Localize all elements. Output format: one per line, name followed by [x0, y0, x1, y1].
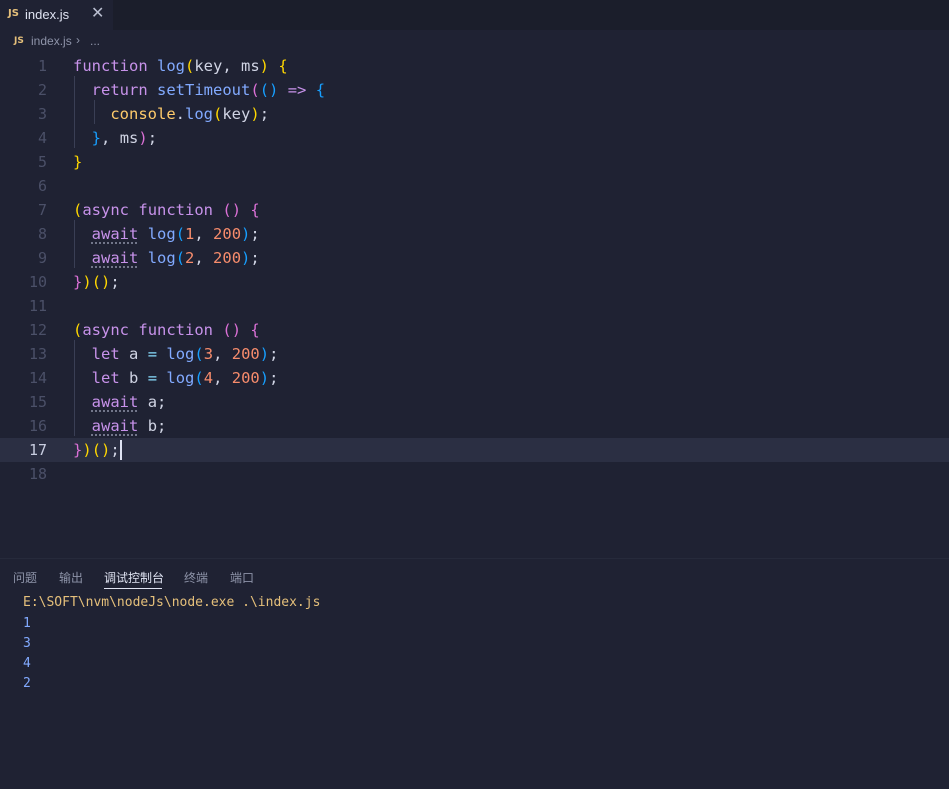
editor-tab-bar: JS index.js ✕	[0, 0, 949, 30]
code-line[interactable]: 16 await b;	[0, 414, 949, 438]
code-line[interactable]: 8 await log(1, 200);	[0, 222, 949, 246]
code-editor[interactable]: 1 function log(key, ms) { 2 return setTi…	[0, 52, 949, 558]
code-line[interactable]: 7 (async function () {	[0, 198, 949, 222]
line-number: 13	[28, 345, 47, 363]
line-number: 12	[28, 321, 47, 339]
line-number: 11	[28, 297, 47, 315]
console-output-line: 2	[23, 676, 31, 691]
code-line[interactable]: 15 await a;	[0, 390, 949, 414]
code-text: await log(2, 200);	[91, 249, 260, 267]
console-command: E:\SOFT\nvm\nodeJs\node.exe .\index.js	[23, 595, 321, 610]
code-text: await a;	[91, 393, 167, 411]
code-text: console.log(key);	[110, 105, 270, 123]
tab-problems[interactable]: 问题	[13, 569, 37, 586]
console-output-line: 1	[23, 616, 31, 631]
line-number: 6	[37, 177, 47, 195]
line-number: 8	[37, 225, 47, 243]
text-cursor	[120, 440, 122, 460]
tab-terminal[interactable]: 终端	[184, 569, 208, 586]
line-number: 10	[28, 273, 47, 291]
code-line[interactable]: 3 console.log(key);	[0, 102, 949, 126]
code-text: }, ms);	[91, 129, 158, 147]
code-line[interactable]: 18	[0, 462, 949, 486]
code-line[interactable]: 4 }, ms);	[0, 126, 949, 150]
code-text: await log(1, 200);	[91, 225, 260, 243]
breadcrumb: JS index.js › ...	[0, 30, 949, 52]
tab-label: index.js	[25, 7, 70, 22]
line-number: 14	[28, 369, 47, 387]
code-line[interactable]: 9 await log(2, 200);	[0, 246, 949, 270]
line-number: 9	[37, 249, 47, 267]
line-number: 17	[28, 441, 47, 459]
breadcrumb-file[interactable]: index.js	[31, 34, 72, 48]
code-line[interactable]: 6	[0, 174, 949, 198]
code-text: (async function () {	[73, 321, 260, 339]
console-output-line: 4	[23, 656, 31, 671]
line-number: 16	[28, 417, 47, 435]
code-text: })();	[73, 441, 120, 459]
code-line[interactable]: 13 let a = log(3, 200);	[0, 342, 949, 366]
active-tab-indicator	[104, 588, 162, 589]
line-number: 2	[37, 81, 47, 99]
tab-index-js[interactable]: JS index.js ✕	[0, 0, 113, 30]
js-file-icon: JS	[14, 36, 24, 46]
close-icon[interactable]: ✕	[91, 5, 104, 23]
code-line[interactable]: 12 (async function () {	[0, 318, 949, 342]
code-text: await b;	[91, 417, 167, 435]
code-line[interactable]: 10 })();	[0, 270, 949, 294]
chevron-right-icon: ›	[76, 33, 80, 47]
js-file-icon: JS	[8, 8, 19, 19]
line-number: 4	[37, 129, 47, 147]
tab-output[interactable]: 输出	[59, 569, 83, 586]
tab-debug-console[interactable]: 调试控制台	[104, 569, 164, 586]
code-line[interactable]: 5 }	[0, 150, 949, 174]
code-text: let a = log(3, 200);	[91, 345, 279, 363]
code-line[interactable]: 11	[0, 294, 949, 318]
code-text: }	[73, 153, 83, 171]
code-text: (async function () {	[73, 201, 260, 219]
code-line[interactable]: 2 return setTimeout(() => {	[0, 78, 949, 102]
code-text: })();	[73, 273, 120, 291]
breadcrumb-symbols[interactable]: ...	[90, 34, 100, 48]
code-text: let b = log(4, 200);	[91, 369, 279, 387]
code-line[interactable]: 14 let b = log(4, 200);	[0, 366, 949, 390]
code-line[interactable]: 1 function log(key, ms) {	[0, 54, 949, 78]
code-line-current[interactable]: 17 })();	[0, 438, 949, 462]
code-text: function log(key, ms) {	[73, 57, 288, 75]
line-number: 1	[37, 57, 47, 75]
bottom-panel: 问题 输出 调试控制台 终端 端口 E:\SOFT\nvm\nodeJs\nod…	[0, 558, 949, 789]
tab-ports[interactable]: 端口	[230, 569, 254, 586]
line-number: 3	[37, 105, 47, 123]
line-number: 18	[28, 465, 47, 483]
code-text: return setTimeout(() => {	[91, 81, 326, 99]
line-number: 5	[37, 153, 47, 171]
line-number: 7	[37, 201, 47, 219]
line-number: 15	[28, 393, 47, 411]
console-output-line: 3	[23, 636, 31, 651]
